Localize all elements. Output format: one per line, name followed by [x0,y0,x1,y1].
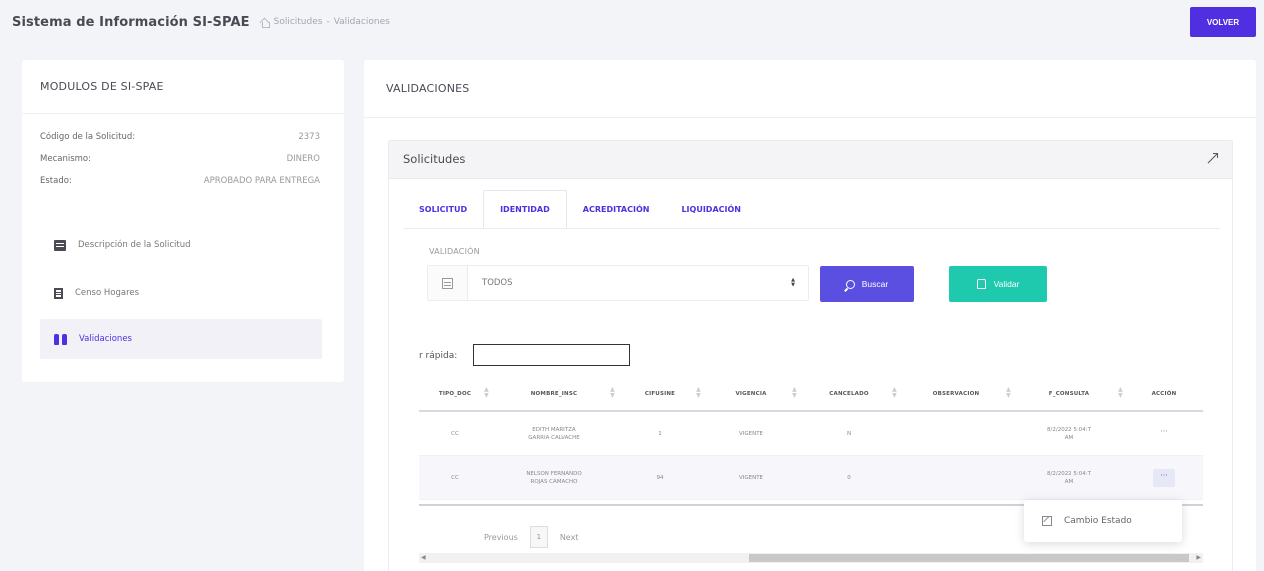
col-header[interactable]: ACCIÓN [1125,391,1203,397]
info-row-estado: Estado: APROBADO PARA ENTREGA [40,176,320,186]
volver-button[interactable]: VOLVER [1190,7,1256,37]
home-icon[interactable] [260,18,270,28]
breadcrumb-item: Validaciones [333,17,390,27]
menu-item-descripcion[interactable]: Descripción de la Solicitud [40,225,322,265]
tab-identidad[interactable]: IDENTIDAD [483,190,567,228]
table-row: CC NELSON FERNANDO ROJAS CAMACHO 94 VIGE… [419,456,1203,500]
info-label: Estado: [40,176,72,186]
info-value: APROBADO PARA ENTREGA [203,176,320,186]
validaciones-table: TIPO_DOC ▲ ▼ NOMBRE_INSC ▲ ▼ CIFUSINE ▲ ▼ VIGE… [419,378,1203,500]
select-value: TODOS [482,278,513,288]
card-title: Solicitudes [403,152,466,166]
cell: N [846,430,852,437]
modules-panel: MODULOS DE SI-SPAE Código de la Solicitu… [22,60,344,382]
info-value: DINERO [286,154,320,164]
document-icon [54,287,63,299]
col-header[interactable]: CANCELADO ▲ ▼ [799,387,899,399]
page-title: VALIDACIONES [386,82,470,95]
calendar-icon [54,239,66,251]
validaciones-panel: VALIDACIONES Solicitudes SOLICITUD IDENT… [364,60,1256,571]
quick-search-input[interactable] [473,344,630,366]
col-header[interactable]: CIFUSINE ▲ ▼ [617,387,703,399]
menu-item-label: Cambio Estado [1064,516,1132,526]
menu-item-label: Censo Hogares [75,288,140,298]
cell: CC [451,430,459,437]
cell: 94 [656,474,664,481]
info-row-codigo: Código de la Solicitud: 2373 [40,132,320,142]
cell: 8/2/2022 5:04:T AM [1046,470,1091,485]
cell: NELSON FERNANDO ROJAS CAMACHO [526,470,582,485]
cell: VIGENTE [738,430,764,437]
next-button[interactable]: Next [560,533,579,542]
cell: ··· [1125,468,1203,487]
info-value: 2373 [298,132,320,142]
buscar-button[interactable]: Buscar [820,266,914,302]
menu-item-censo-hogares[interactable]: Censo Hogares [40,273,322,313]
tab-acreditacion[interactable]: ACREDITACIÓN [567,190,666,228]
menu-item-validaciones[interactable]: Validaciones [40,319,322,359]
cell: EDITH MARITZA GARRIA CALVACHE [528,426,580,441]
modules-title: MODULOS DE SI-SPAE [40,80,164,93]
scroll-left-icon[interactable]: ◀ [421,555,426,561]
top-bar: Sistema de Información SI-SPAE Solicitud… [0,0,1264,44]
app-title: Sistema de Información SI-SPAE [12,14,250,30]
breadcrumb-separator: - [326,17,330,27]
col-header[interactable]: TIPO_DOC ▲ ▼ [419,387,491,399]
cell: CC [451,474,459,481]
select-addon [428,266,468,300]
tab-liquidacion[interactable]: LIQUIDACIÓN [665,190,757,228]
table-header: TIPO_DOC ▲ ▼ NOMBRE_INSC ▲ ▼ CIFUSINE ▲ ▼ VIGE… [419,378,1203,412]
info-label: Código de la Solicitud: [40,132,136,142]
list-icon [442,277,453,289]
search-icon [845,279,855,289]
menu-item-label: Descripción de la Solicitud [78,240,191,250]
previous-button[interactable]: Previous [484,533,518,542]
validacion-label: VALIDACIÓN [429,247,480,256]
pagination: Previous 1 Next [484,526,578,548]
validar-button[interactable]: Validar [949,266,1047,302]
cell: 1 [658,430,662,437]
row-action-button[interactable]: ··· [1153,425,1175,443]
clipboard-icon [976,279,986,289]
info-row-mecanismo: Mecanismo: DINERO [40,154,320,164]
tab-bar: SOLICITUD IDENTIDAD ACREDITACIÓN LIQUIDA… [403,190,757,228]
divider [22,113,344,114]
scrollbar-thumb[interactable] [749,554,1189,562]
scroll-right-icon[interactable]: ▶ [1196,555,1201,561]
row-action-button[interactable]: ··· [1153,468,1175,487]
cell: 8/2/2022 5:04:T AM [1046,426,1091,441]
binoculars-icon [54,333,67,345]
col-header[interactable]: F_CONSULTA ▲ ▼ [1013,387,1125,399]
chevron-updown-icon: ▲ ▼ [791,277,795,288]
cell: VIGENTE [738,474,764,481]
col-header[interactable]: VIGENCIA ▲ ▼ [703,387,799,399]
col-header[interactable]: OBSERVACION ▲ ▼ [899,387,1013,399]
menu-item-label: Validaciones [79,334,132,344]
breadcrumb: Solicitudes - Validaciones [260,17,394,28]
quick-search-label: r rápida: [419,351,458,361]
cell: ··· [1125,425,1203,443]
horizontal-scrollbar[interactable]: ◀ ▶ [419,553,1203,563]
edit-icon [1042,516,1052,526]
card-header: Solicitudes [389,141,1232,179]
expand-icon[interactable] [1207,153,1218,164]
validacion-select[interactable]: TODOS ▲ ▼ [427,265,809,301]
page-number-button[interactable]: 1 [529,526,548,548]
breadcrumb-item[interactable]: Solicitudes [274,17,323,27]
validar-label: Validar [993,279,1020,289]
divider [364,117,1256,118]
table-row: CC EDITH MARITZA GARRIA CALVACHE 1 VIGEN… [419,412,1203,456]
cell: 0 [847,474,851,481]
col-header[interactable]: NOMBRE_INSC ▲ ▼ [491,387,617,399]
info-label: Mecanismo: [40,154,91,164]
tab-underline [403,228,1220,229]
cambio-estado-menu-item[interactable]: Cambio Estado [1024,500,1182,542]
tab-solicitud[interactable]: SOLICITUD [403,190,483,228]
buscar-label: Buscar [861,279,889,289]
